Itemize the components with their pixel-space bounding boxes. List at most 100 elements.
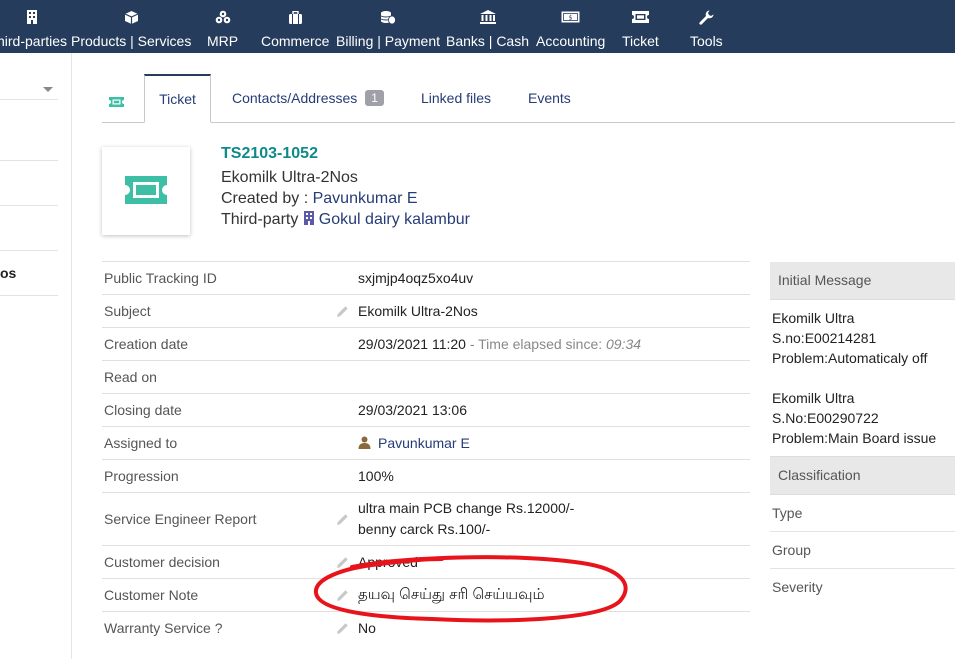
- bank-icon: [479, 9, 496, 25]
- table-row: Progression 100%: [102, 460, 750, 493]
- field-value: 29/03/2021 13:06: [358, 402, 467, 418]
- divider: [0, 160, 58, 161]
- tab-ticket[interactable]: Ticket: [144, 74, 211, 123]
- menu-mrp[interactable]: MRP: [207, 0, 238, 53]
- classification-header: Classification: [770, 456, 955, 495]
- message-line: Ekomilk Ultra: [772, 390, 855, 406]
- tab-contacts-addresses[interactable]: Contacts/Addresses 1: [232, 74, 384, 122]
- menu-label: Ticket: [622, 33, 659, 49]
- field-label: Read on: [104, 369, 157, 385]
- user-icon: [358, 428, 371, 460]
- tab-label: Ticket: [159, 91, 196, 107]
- tab-label: Linked files: [421, 90, 492, 106]
- field-label: Customer decision: [104, 554, 220, 570]
- ticket-icon: [631, 9, 649, 25]
- field-label: Creation date: [104, 336, 189, 352]
- created-by: Created by : Pavunkumar E: [221, 190, 418, 208]
- initial-message-header: Initial Message: [770, 262, 955, 300]
- menu-products-services[interactable]: Products | Services: [71, 0, 191, 53]
- menu-tools[interactable]: Tools: [690, 0, 723, 53]
- divider: [0, 295, 58, 296]
- report-line: benny carck Rs.100/-: [358, 521, 491, 537]
- ticket-icon: [109, 94, 124, 110]
- table-row: Public Tracking ID sxjmjp4oqz5xo4uv: [102, 262, 750, 295]
- menu-label: Billing | Payment: [336, 33, 441, 49]
- thirdparty-link[interactable]: Gokul dairy kalambur: [319, 211, 470, 228]
- menu-banks-cash[interactable]: Banks | Cash: [446, 0, 529, 53]
- count-badge: 1: [365, 90, 384, 106]
- created-by-label: Created by :: [221, 190, 313, 207]
- ticket-picture: [102, 147, 190, 235]
- menu-accounting[interactable]: $ Accounting: [536, 0, 605, 53]
- message-line: Problem:Automaticaly off: [772, 350, 928, 366]
- ticket-icon: [125, 175, 167, 207]
- message-line: Ekomilk Ultra: [772, 310, 855, 326]
- created-by-link[interactable]: Pavunkumar E: [313, 190, 418, 207]
- left-panel-item[interactable]: os: [0, 265, 16, 281]
- red-annotation-circle: [314, 555, 628, 623]
- group-field: Group: [770, 532, 955, 569]
- field-value: 29/03/2021 11:20 - Time elapsed since: 0…: [358, 328, 641, 360]
- creation-date-value: 29/03/2021 11:20: [358, 336, 466, 352]
- field-label: Subject: [104, 303, 151, 319]
- menu-third-parties[interactable]: hird-parties: [0, 0, 67, 53]
- divider: [0, 99, 58, 100]
- chevron-down-icon[interactable]: [43, 87, 53, 92]
- message-line: Problem:Main Board issue: [772, 430, 937, 446]
- field-label: Progression: [104, 468, 179, 484]
- elapsed-label: - Time elapsed since:: [465, 336, 607, 352]
- menu-billing-payment[interactable]: Billing | Payment: [336, 0, 440, 53]
- field-value: sxjmjp4oqz5xo4uv: [358, 270, 474, 286]
- briefcase-icon: [288, 9, 303, 25]
- money-bill-icon: $: [561, 9, 580, 25]
- table-row: Creation date 29/03/2021 11:20 - Time el…: [102, 328, 750, 361]
- ticket-reference: TS2103-1052: [221, 145, 318, 162]
- cubes-icon: [215, 9, 231, 25]
- building-icon: [303, 211, 315, 230]
- field-value: Ekomilk Ultra-2Nos: [358, 303, 478, 319]
- top-menu-bar: hird-parties Products | Services MRP Com…: [0, 0, 955, 53]
- pencil-icon[interactable]: [336, 305, 349, 321]
- menu-label: Products | Services: [71, 33, 192, 49]
- field-value: 100%: [358, 468, 394, 484]
- menu-commerce[interactable]: Commerce: [261, 0, 329, 53]
- table-row: Assigned to Pavunkumar E: [102, 427, 750, 460]
- field-value: ultra main PCB change Rs.12000/- benny ca…: [358, 498, 574, 540]
- tab-label: Events: [528, 90, 571, 106]
- field-label: Service Engineer Report: [104, 511, 257, 527]
- menu-ticket[interactable]: Ticket: [622, 0, 659, 53]
- assigned-user-link[interactable]: Pavunkumar E: [378, 435, 470, 451]
- message-line: S.No:E00290722: [772, 410, 879, 426]
- menu-label: MRP: [207, 33, 239, 49]
- tab-events[interactable]: Events: [528, 74, 571, 122]
- table-row: Subject Ekomilk Ultra-2Nos: [102, 295, 750, 328]
- initial-message-body: Ekomilk Ultra S.no:E00214281 Problem:Aut…: [770, 300, 955, 456]
- coins-icon: [380, 9, 396, 25]
- field-label: Closing date: [104, 402, 182, 418]
- table-row: Closing date 29/03/2021 13:06: [102, 394, 750, 427]
- message-line: S.no:E00214281: [772, 330, 877, 346]
- svg-text:$: $: [569, 15, 573, 22]
- wrench-icon: [699, 9, 714, 25]
- table-row: Read on: [102, 361, 750, 394]
- divider: [0, 205, 58, 206]
- menu-label: Tools: [690, 33, 723, 49]
- type-field: Type: [770, 495, 955, 532]
- ticket-subject: Ekomilk Ultra-2Nos: [221, 169, 358, 186]
- right-panel: Initial Message Ekomilk Ultra S.no:E0021…: [770, 262, 955, 605]
- menu-label: Accounting: [536, 33, 606, 49]
- tab-bar: Ticket Contacts/Addresses 1 Linked files …: [102, 74, 955, 123]
- pencil-icon[interactable]: [336, 513, 349, 529]
- menu-label: hird-parties: [0, 33, 68, 49]
- field-label: Warranty Service ?: [104, 620, 223, 636]
- field-label: Customer Note: [104, 587, 199, 603]
- cube-icon: [124, 9, 139, 25]
- field-label: Assigned to: [104, 435, 178, 451]
- tab-linked-files[interactable]: Linked files: [421, 74, 491, 122]
- report-line: ultra main PCB change Rs.12000/-: [358, 500, 575, 516]
- menu-label: Banks | Cash: [446, 33, 530, 49]
- elapsed-value: 09:34: [606, 336, 642, 352]
- menu-label: Commerce: [261, 33, 330, 49]
- left-panel: os: [0, 53, 72, 659]
- severity-field: Severity: [772, 579, 823, 595]
